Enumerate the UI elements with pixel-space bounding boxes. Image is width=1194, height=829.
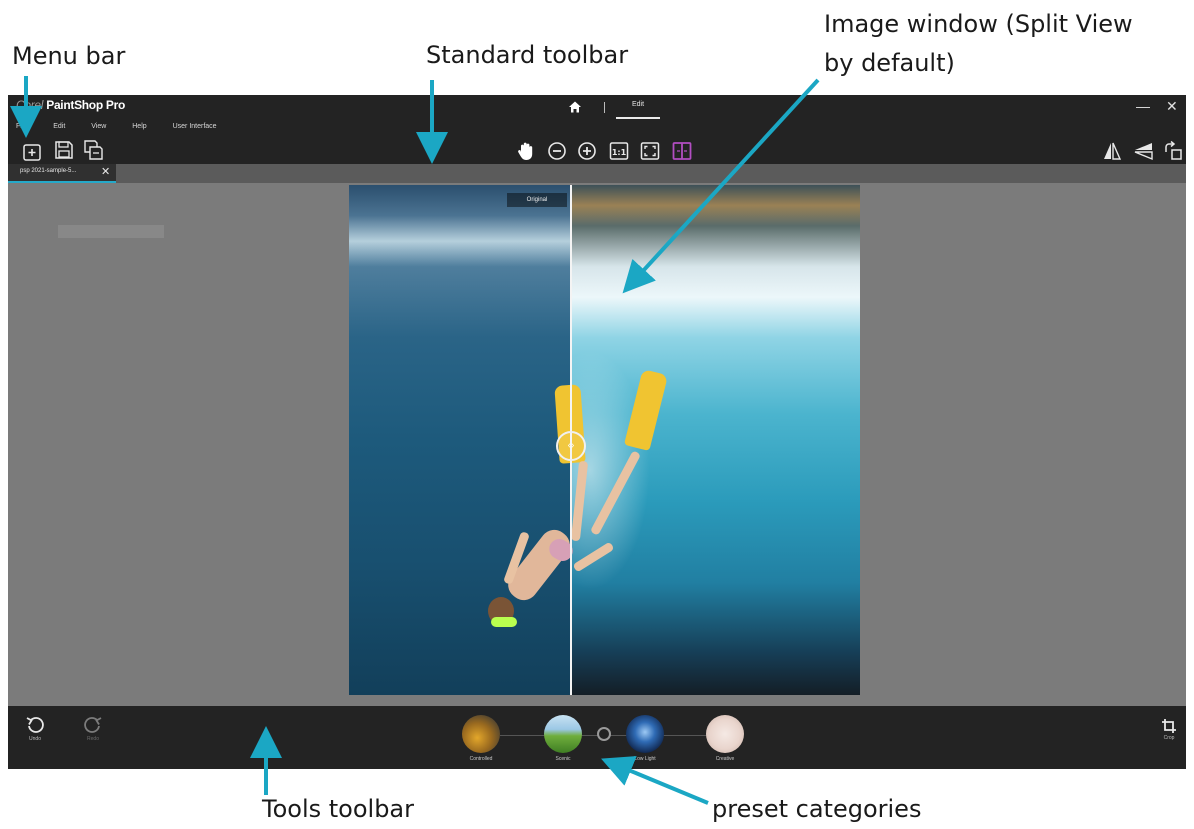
nav-divider <box>604 102 605 113</box>
menu-bar-annotation: Menu bar <box>12 42 126 70</box>
menu-user-interface[interactable]: User Interface <box>173 123 217 130</box>
preset-scenic-thumbnail <box>544 715 582 753</box>
menu-view[interactable]: View <box>91 123 106 130</box>
undo-button[interactable]: Undo <box>20 715 50 755</box>
menu-help[interactable]: Help <box>132 123 146 130</box>
flip-icon[interactable] <box>1101 140 1123 162</box>
zoom-in-icon[interactable] <box>576 140 598 162</box>
document-tab-label: psp 2021-sample-5... <box>20 168 77 174</box>
preset-scenic[interactable]: Scenic <box>543 715 583 762</box>
save-icon[interactable] <box>53 139 75 161</box>
image-window-annotation-line1: Image window (Split View <box>824 10 1133 38</box>
redo-icon <box>84 717 102 733</box>
preset-creative-label: Creative <box>715 756 735 762</box>
tab-edit[interactable]: Edit <box>616 97 660 119</box>
original-label: Original <box>507 193 567 207</box>
swimmer-mask <box>491 617 517 627</box>
preset-controlled-label: Controlled <box>469 756 493 762</box>
tools-toolbar: Undo Redo Controlled Scenic Low Light Cr… <box>8 706 1186 769</box>
preset-creative[interactable]: Creative <box>705 715 745 762</box>
actual-size-icon[interactable]: 1:1 <box>608 140 630 162</box>
close-tab-icon[interactable]: ✕ <box>101 166 110 178</box>
svg-text:1:1: 1:1 <box>612 148 627 157</box>
preset-low-light-label: Low Light <box>634 756 656 762</box>
minimize-button[interactable]: — <box>1136 98 1150 114</box>
crop-icon <box>1162 719 1176 733</box>
preset-categories-annotation: preset categories <box>712 795 922 823</box>
original-image-half <box>349 185 570 695</box>
logo-brand-name: PaintShop Pro <box>46 98 126 112</box>
split-view-handle[interactable]: ‹› <box>556 431 586 461</box>
menu-file[interactable]: File <box>16 123 27 130</box>
zoom-out-icon[interactable] <box>546 140 568 162</box>
home-icon[interactable] <box>568 100 582 114</box>
tools-toolbar-annotation: Tools toolbar <box>262 795 415 823</box>
document-tab-strip: psp 2021-sample-5... ✕ <box>8 164 1186 183</box>
standard-toolbar-annotation: Standard toolbar <box>426 41 629 69</box>
redo-button[interactable]: Redo <box>78 715 108 755</box>
preset-controlled-thumbnail <box>462 715 500 753</box>
image-window[interactable]: ‹› Original <box>349 185 860 695</box>
preset-creative-thumbnail <box>706 715 744 753</box>
undo-icon <box>26 717 44 733</box>
mirror-icon[interactable] <box>1132 140 1154 162</box>
paintshop-app-window: Corel PaintShop Pro File Edit View Help … <box>8 95 1186 769</box>
menu-edit[interactable]: Edit <box>53 123 65 130</box>
title-bar: Corel PaintShop Pro File Edit View Help … <box>8 95 1186 164</box>
logo-brand-prefix: Corel <box>16 98 44 112</box>
fit-window-icon[interactable] <box>639 140 661 162</box>
preset-scenic-label: Scenic <box>555 756 571 762</box>
open-icon[interactable] <box>21 141 43 163</box>
image-window-annotation-line2: by default) <box>824 49 955 77</box>
undo-label: Undo <box>29 736 41 742</box>
preset-categories-arrow <box>601 756 709 805</box>
pan-hand-icon[interactable] <box>515 140 537 162</box>
document-tab[interactable]: psp 2021-sample-5... ✕ <box>8 164 116 183</box>
preset-controlled[interactable]: Controlled <box>461 715 501 762</box>
crop-label: Crop <box>1163 735 1175 741</box>
ghost-tooltip <box>58 225 164 238</box>
crop-button[interactable]: Crop <box>1154 718 1184 758</box>
rotate-icon[interactable] <box>1162 140 1184 162</box>
preset-low-light[interactable]: Low Light <box>625 715 665 762</box>
app-logo: Corel PaintShop Pro <box>16 98 125 112</box>
split-view-icon[interactable] <box>671 140 693 162</box>
close-window-button[interactable]: ✕ <box>1166 98 1178 115</box>
menu-bar: File Edit View Help User Interface <box>16 123 241 130</box>
preset-selector-dot[interactable] <box>597 727 611 741</box>
redo-label: Redo <box>87 736 99 742</box>
save-as-icon[interactable] <box>83 139 105 161</box>
preset-low-light-thumbnail <box>626 715 664 753</box>
